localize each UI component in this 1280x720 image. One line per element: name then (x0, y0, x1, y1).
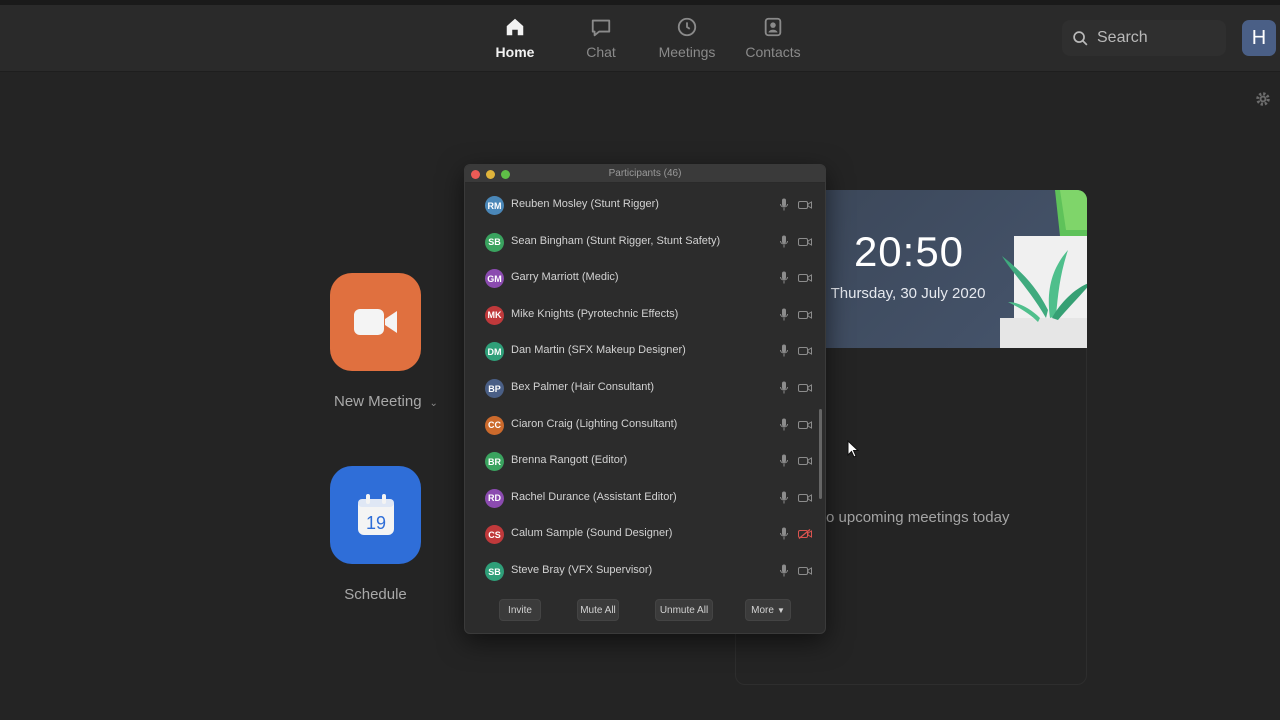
participant-avatar: RM (485, 196, 504, 215)
tab-home-label: Home (495, 44, 535, 60)
schedule-label: Schedule (344, 586, 407, 603)
participant-row[interactable]: DM Dan Martin (SFX Makeup Designer) (465, 333, 825, 367)
participant-name: Rachel Durance (Assistant Editor) (511, 490, 677, 503)
tab-meetings[interactable]: Meetings (644, 16, 730, 66)
video-off-icon[interactable] (798, 529, 812, 540)
microphone-icon[interactable] (779, 381, 789, 394)
participants-scrollbar[interactable] (819, 409, 822, 499)
participant-row[interactable]: SB Sean Bingham (Stunt Rigger, Stunt Safe… (465, 224, 825, 258)
clock-date: Thursday, 30 July 2020 (830, 285, 986, 302)
contacts-icon (764, 17, 782, 37)
chat-icon (591, 19, 611, 37)
new-meeting-label: New Meeting (334, 393, 422, 410)
microphone-icon[interactable] (779, 491, 789, 504)
participant-avatar: MK (485, 305, 504, 325)
participant-avatar: SB (485, 562, 504, 581)
search-placeholder: Search (1097, 29, 1148, 46)
invite-button[interactable]: Invite (499, 599, 541, 621)
tab-chat-label: Chat (586, 44, 616, 60)
mouse-cursor-icon (847, 440, 859, 458)
chevron-down-icon[interactable]: ⌄ (430, 398, 438, 409)
participant-name: Ciaron Craig (Lighting Consultant) (511, 417, 678, 430)
calendar-day: 19 (365, 513, 385, 533)
microphone-icon[interactable] (779, 308, 789, 321)
mute-all-button[interactable]: Mute All (577, 599, 619, 621)
participants-footer: Invite Mute All Unmute All More ▼ (465, 599, 825, 633)
schedule-button[interactable]: 19 (330, 466, 421, 564)
participant-row[interactable]: BP Bex Palmer (Hair Consultant) (465, 370, 825, 404)
participant-row[interactable]: GM Garry Marriott (Medic) (465, 260, 825, 294)
participant-avatar: CS (485, 525, 504, 545)
video-camera-icon[interactable] (798, 566, 812, 576)
video-camera-icon[interactable] (798, 200, 812, 210)
video-camera-icon[interactable] (798, 346, 812, 356)
participant-avatar: DM (485, 342, 504, 362)
more-button-label: More (751, 604, 774, 616)
microphone-icon[interactable] (779, 344, 789, 357)
video-camera-icon[interactable] (798, 456, 812, 466)
tab-home[interactable]: Home (472, 16, 558, 66)
home-icon (506, 18, 524, 36)
clock-icon (677, 17, 697, 37)
top-navigation-bar: Home Chat Meetings Contacts Search H (0, 0, 1280, 72)
video-camera-icon[interactable] (798, 310, 812, 320)
participant-row[interactable]: MK Mike Knights (Pyrotechnic Effects) (465, 297, 825, 331)
video-camera-icon[interactable] (798, 383, 812, 393)
calendar-icon: 19 (357, 494, 394, 535)
participant-name: Calum Sample (Sound Designer) (511, 527, 673, 540)
participants-window: Participants (46) RM Reuben Mosley (Stunt… (464, 164, 826, 634)
participant-avatar: GM (485, 269, 504, 289)
participants-titlebar: Participants (46) (465, 165, 825, 183)
video-camera-icon (353, 309, 397, 335)
participant-row[interactable]: CS Calum Sample (Sound Designer) (465, 516, 825, 550)
microphone-icon[interactable] (779, 564, 789, 577)
participant-avatar: BR (485, 452, 504, 472)
clock-time: 20:50 (853, 228, 965, 275)
participant-row[interactable]: BR Brenna Rangott (Editor) (465, 443, 825, 477)
participant-row[interactable]: SB Steve Bray (VFX Supervisor) (465, 553, 825, 587)
more-button[interactable]: More ▼ (745, 599, 791, 621)
microphone-icon[interactable] (779, 198, 789, 211)
participant-avatar: SB (485, 232, 504, 252)
microphone-icon[interactable] (779, 418, 789, 431)
microphone-icon[interactable] (779, 527, 789, 540)
zoom-app-window: Home Chat Meetings Contacts Search H New… (0, 0, 1280, 720)
search-input[interactable]: Search (1062, 20, 1226, 56)
video-camera-icon[interactable] (798, 420, 812, 430)
tab-contacts-label: Contacts (745, 44, 801, 60)
microphone-icon[interactable] (779, 454, 789, 467)
user-avatar[interactable]: H (1242, 20, 1276, 56)
chevron-down-icon: ▼ (776, 605, 785, 615)
new-meeting-button[interactable] (330, 273, 421, 371)
participant-name: Bex Palmer (Hair Consultant) (511, 381, 655, 393)
no-meetings-text: o upcoming meetings today (826, 509, 1010, 526)
microphone-icon[interactable] (779, 235, 789, 248)
microphone-icon[interactable] (779, 271, 789, 284)
participant-avatar: RD (485, 488, 504, 508)
tab-meetings-label: Meetings (658, 44, 716, 60)
new-meeting-label-row[interactable]: New Meeting ⌄ (318, 393, 458, 410)
participant-name: Reuben Mosley (Stunt Rigger) (511, 198, 659, 210)
participant-name: Steve Bray (VFX Supervisor) (511, 564, 653, 576)
video-camera-icon[interactable] (798, 273, 812, 283)
search-icon (1073, 30, 1088, 45)
unmute-all-button[interactable]: Unmute All (655, 599, 713, 621)
participant-name: Brenna Rangott (Editor) (511, 454, 628, 467)
participant-row[interactable]: RD Rachel Durance (Assistant Editor) (465, 480, 825, 514)
video-camera-icon[interactable] (798, 493, 812, 503)
participant-row[interactable]: CC Ciaron Craig (Lighting Consultant) (465, 407, 825, 441)
participants-title: Participants (46) (608, 168, 682, 179)
participant-name: Dan Martin (SFX Makeup Designer) (511, 344, 686, 357)
video-camera-icon[interactable] (798, 237, 812, 247)
plant-illustration-icon (1000, 190, 1087, 348)
participant-avatar: BP (485, 379, 504, 398)
participant-name: Sean Bingham (Stunt Rigger, Stunt Safety… (511, 234, 721, 247)
participant-row[interactable]: RM Reuben Mosley (Stunt Rigger) (465, 187, 825, 221)
tab-chat[interactable]: Chat (558, 16, 644, 66)
tab-contacts[interactable]: Contacts (730, 16, 816, 66)
participant-name: Garry Marriott (Medic) (511, 271, 619, 284)
participant-name: Mike Knights (Pyrotechnic Effects) (511, 307, 679, 320)
participant-avatar: CC (485, 415, 504, 435)
gear-icon[interactable] (1254, 90, 1272, 108)
